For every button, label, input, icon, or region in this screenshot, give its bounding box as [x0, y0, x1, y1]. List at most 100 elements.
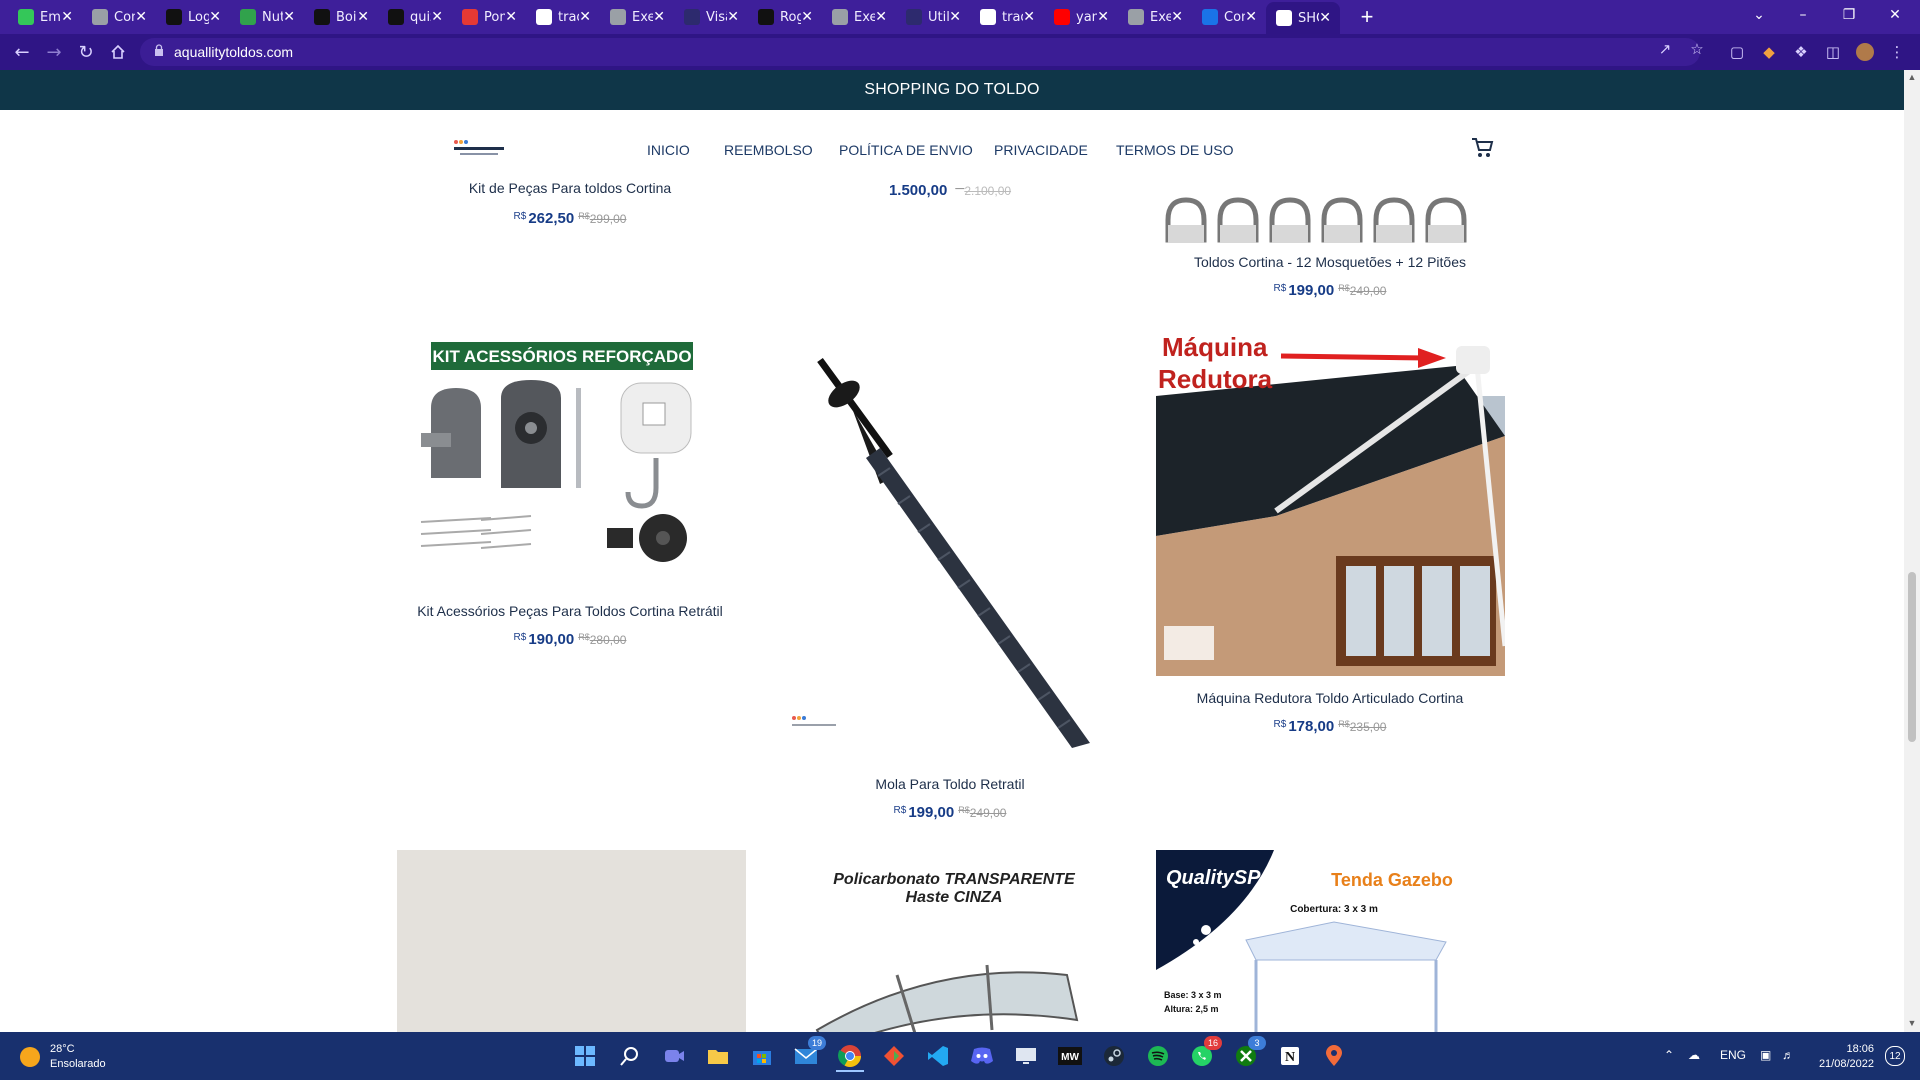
back-icon[interactable]: ←	[10, 40, 34, 64]
browser-tab[interactable]: quiz✕	[378, 4, 452, 30]
tab-close-icon[interactable]: ✕	[653, 9, 665, 25]
tab-close-icon[interactable]: ✕	[579, 9, 591, 25]
browser-tab[interactable]: Exerc✕	[822, 4, 896, 30]
tab-close-icon[interactable]: ✕	[1023, 9, 1035, 25]
browser-tab[interactable]: Conta✕	[82, 4, 156, 30]
tray-chevron-up-icon[interactable]: ⌃	[1664, 1048, 1674, 1062]
browser-tab[interactable]: Boiler✕	[304, 4, 378, 30]
product-image-maquina-redutora[interactable]: Máquina Redutora	[1156, 326, 1505, 676]
product-image-lona-bege[interactable]	[397, 850, 746, 1032]
teams-chat-icon[interactable]	[660, 1042, 688, 1070]
browser-tab[interactable]: Visão✕	[674, 4, 748, 30]
product-image-tenda-gazebo[interactable]: QualitySP Tenda Gazebo Cobertura: 3 x 3 …	[1156, 850, 1505, 1032]
page-scrollbar[interactable]: ▲ ▼	[1904, 70, 1920, 1032]
tab-close-icon[interactable]: ✕	[801, 9, 813, 25]
tray-network-warning-icon[interactable]: ☁	[1688, 1048, 1700, 1062]
forward-icon[interactable]: →	[42, 40, 66, 64]
language-indicator[interactable]: ENG	[1720, 1048, 1746, 1062]
product-title-kit-acessorios[interactable]: Kit Acessórios Peças Para Toldos Cortina…	[390, 603, 750, 619]
browser-tab[interactable]: Roger✕	[748, 4, 822, 30]
product-title-maquina-redutora[interactable]: Máquina Redutora Toldo Articulado Cortin…	[1150, 690, 1510, 706]
product-title-top-left[interactable]: Kit de Peças Para toldos Cortina	[390, 180, 750, 196]
git-kraken-icon[interactable]	[880, 1042, 908, 1070]
tray-display-icon[interactable]: ▣	[1760, 1048, 1771, 1062]
minimize-window-icon[interactable]: –	[1780, 0, 1826, 30]
nav-inicio[interactable]: INICIO	[647, 142, 690, 158]
tab-close-icon[interactable]: ✕	[61, 9, 73, 25]
nav-termos-de-uso[interactable]: TERMOS DE USO	[1116, 142, 1233, 158]
browser-tab[interactable]: Empty✕	[8, 4, 82, 30]
scroll-down-icon[interactable]: ▼	[1907, 1018, 1917, 1028]
tab-close-icon[interactable]: ✕	[431, 9, 443, 25]
nav-politica-de-envio[interactable]: POLÍTICA DE ENVIO	[839, 142, 973, 158]
chrome-icon[interactable]	[836, 1042, 864, 1072]
mw-app-icon[interactable]: MW	[1056, 1042, 1084, 1070]
whatsapp-icon[interactable]: 16	[1188, 1036, 1222, 1070]
tab-close-icon[interactable]: ✕	[209, 9, 221, 25]
mail-icon[interactable]: 19	[792, 1036, 826, 1070]
tab-close-icon[interactable]: ✕	[357, 9, 369, 25]
product-image-mosquetoes[interactable]	[1158, 185, 1482, 265]
browser-tab[interactable]: Login✕	[156, 4, 230, 30]
profile-avatar[interactable]	[1856, 43, 1874, 61]
vscode-icon[interactable]	[924, 1042, 952, 1070]
nav-privacidade[interactable]: PRIVACIDADE	[994, 142, 1088, 158]
scroll-up-icon[interactable]: ▲	[1907, 72, 1917, 82]
tab-close-icon[interactable]: ✕	[135, 9, 147, 25]
product-image-mola[interactable]	[780, 338, 1090, 748]
close-window-icon[interactable]: ✕	[1872, 0, 1918, 30]
discord-icon[interactable]	[968, 1042, 996, 1070]
spotify-icon[interactable]	[1144, 1042, 1172, 1070]
notification-count[interactable]: 12	[1885, 1046, 1905, 1066]
product-image-kit-acessorios[interactable]: KIT ACESSÓRIOS REFORÇADO	[411, 338, 731, 573]
product-title-mola[interactable]: Mola Para Toldo Retratil	[770, 776, 1130, 792]
browser-tab[interactable]: SHOP✕	[1266, 2, 1340, 34]
browser-tab[interactable]: Exerc✕	[600, 4, 674, 30]
home-icon[interactable]	[106, 40, 130, 64]
tray-volume-icon[interactable]: ♬	[1782, 1048, 1794, 1062]
new-tab-button[interactable]: +	[1354, 4, 1380, 30]
menu-kebab-icon[interactable]: ⋮	[1888, 43, 1906, 61]
file-explorer-icon[interactable]	[704, 1042, 732, 1070]
scrollbar-thumb[interactable]	[1908, 572, 1916, 742]
search-icon[interactable]	[616, 1042, 644, 1070]
product-image-policarbonato[interactable]: Policarbonato TRANSPARENTE Haste CINZA	[777, 850, 1126, 1032]
tab-close-icon[interactable]: ✕	[1319, 10, 1331, 26]
xbox-icon[interactable]: 3	[1232, 1036, 1266, 1070]
tab-search-chevron-icon[interactable]: ⌄	[1736, 0, 1782, 30]
extensions-puzzle-icon[interactable]: ❖	[1792, 43, 1810, 61]
browser-tab[interactable]: Pomo✕	[452, 4, 526, 30]
address-bar[interactable]: aquallitytoldos.com	[140, 38, 1700, 66]
share-icon[interactable]: ↗	[1655, 40, 1675, 58]
windows-start-icon[interactable]	[571, 1042, 599, 1070]
tab-close-icon[interactable]: ✕	[283, 9, 295, 25]
steam-icon[interactable]	[1100, 1042, 1128, 1070]
side-panel-icon[interactable]: ◫	[1824, 43, 1842, 61]
tab-close-icon[interactable]: ✕	[1171, 9, 1183, 25]
bookmark-star-icon[interactable]: ☆	[1687, 40, 1707, 58]
nav-reembolso[interactable]: REEMBOLSO	[724, 142, 813, 158]
browser-tab[interactable]: tradu✕	[526, 4, 600, 30]
site-logo[interactable]	[450, 134, 508, 160]
microsoft-store-icon[interactable]	[748, 1042, 776, 1070]
extension-screen-icon[interactable]: ▢	[1728, 43, 1746, 61]
tab-close-icon[interactable]: ✕	[505, 9, 517, 25]
tab-close-icon[interactable]: ✕	[949, 9, 961, 25]
browser-tab[interactable]: Utilit✕	[896, 4, 970, 30]
system-clock[interactable]: 18:06 21/08/2022	[1810, 1042, 1874, 1072]
tab-close-icon[interactable]: ✕	[875, 9, 887, 25]
browser-tab[interactable]: Nutri✕	[230, 4, 304, 30]
metamask-icon[interactable]: ◆	[1760, 43, 1778, 61]
weather-widget[interactable]: 28°C Ensolarado	[20, 1042, 106, 1072]
browser-tab[interactable]: yama✕	[1044, 4, 1118, 30]
remote-desktop-icon[interactable]	[1012, 1042, 1040, 1070]
location-pin-icon[interactable]	[1320, 1042, 1348, 1070]
reload-icon[interactable]: ↻	[74, 40, 98, 64]
restore-window-icon[interactable]: ❐	[1826, 0, 1872, 30]
notion-icon[interactable]: N	[1276, 1042, 1304, 1070]
product-title-top-right[interactable]: Toldos Cortina - 12 Mosquetões + 12 Pitõ…	[1150, 254, 1510, 270]
tab-close-icon[interactable]: ✕	[1097, 9, 1109, 25]
cart-icon[interactable]	[1469, 134, 1495, 160]
tab-close-icon[interactable]: ✕	[727, 9, 739, 25]
browser-tab[interactable]: Confi✕	[1192, 4, 1266, 30]
